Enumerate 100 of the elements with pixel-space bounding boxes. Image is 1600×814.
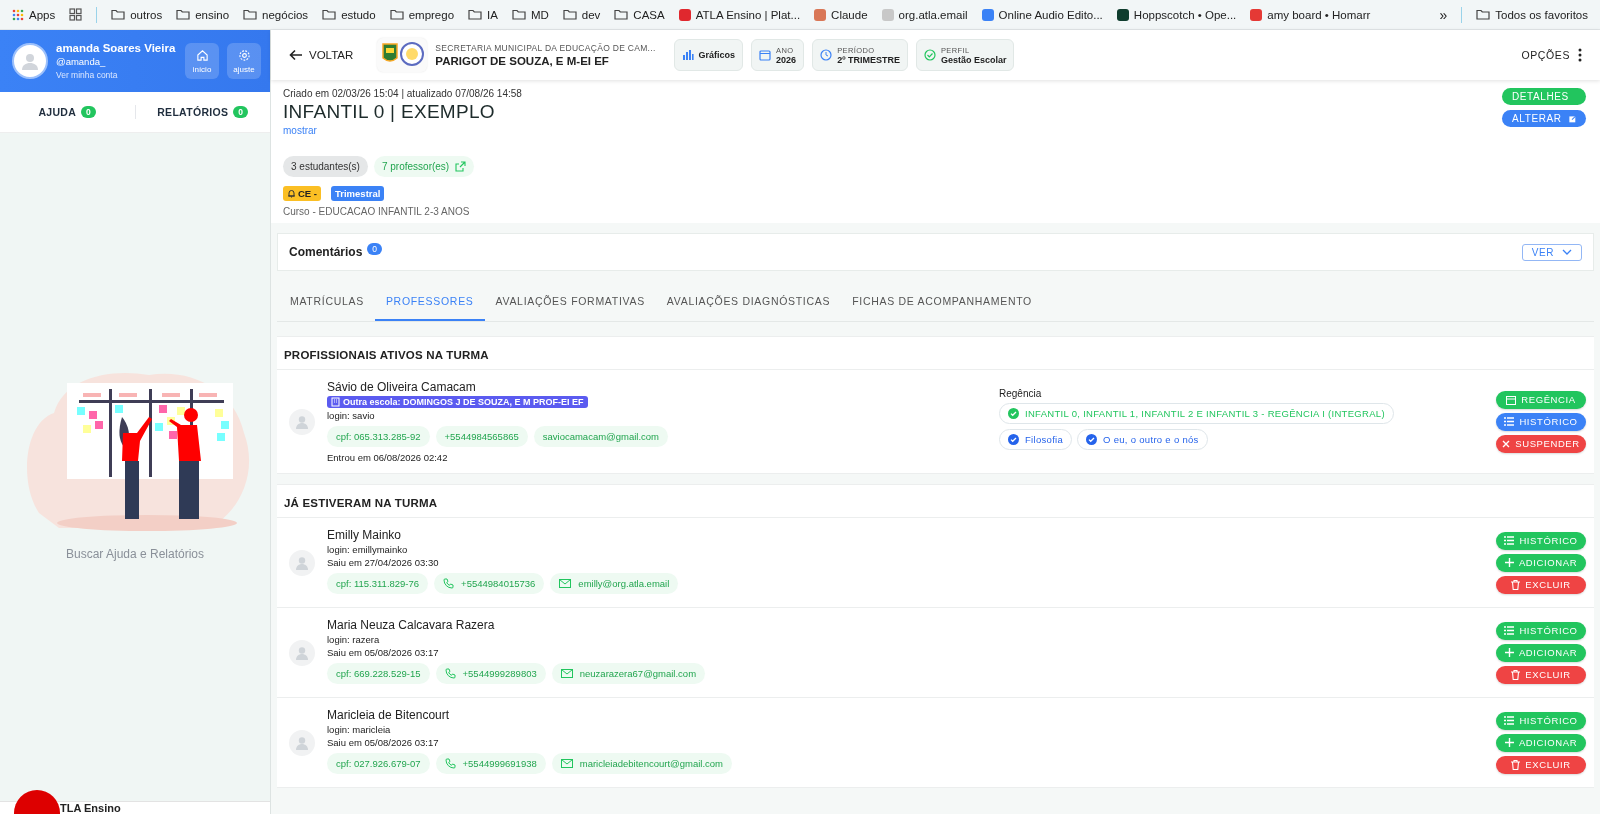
contact-chip: +5544999691938 — [435, 753, 546, 774]
count-chip: 3 estudantes(s) — [283, 156, 368, 177]
contact-chip: cpf: 115.311.829-76 — [327, 573, 429, 594]
settings-icon — [237, 48, 251, 62]
tab[interactable]: AVALIAÇÕES FORMATIVAS — [484, 283, 656, 321]
edit-icon — [1568, 113, 1576, 124]
user-handle: @amanda_ — [56, 56, 107, 67]
bookmark-link[interactable]: estudo — [316, 5, 382, 24]
options-button[interactable]: OPÇÕES — [1515, 47, 1588, 63]
contact-chip: cpf: 027.926.679-07 — [327, 753, 430, 774]
folder-icon — [389, 9, 404, 20]
home-icon — [195, 48, 209, 62]
grid-icon — [69, 8, 83, 21]
more-vertical-icon — [1578, 48, 1582, 62]
chevron-down-icon — [1562, 249, 1572, 255]
bookmark-link[interactable]: emprego — [383, 5, 461, 24]
back-button[interactable]: VOLTAR — [283, 48, 360, 62]
site-favicon-icon — [1250, 8, 1263, 21]
date-text: Saiu em 05/08/2026 03:17 — [327, 737, 439, 748]
row-action-button[interactable]: EXCLUIR — [1496, 665, 1586, 684]
folder-icon — [614, 9, 629, 20]
list-icon — [1504, 417, 1515, 426]
sidebar-tab[interactable]: RELATÓRIOS 0 — [134, 105, 270, 119]
list-icon — [1504, 716, 1515, 725]
chip-value: Gráficos — [698, 50, 736, 60]
site-favicon-icon — [881, 8, 894, 21]
bookmark-link[interactable]: outros — [105, 5, 169, 24]
contact-chip: +5544984565865 — [435, 426, 528, 447]
bookmark-link[interactable]: CASA — [608, 5, 671, 24]
row-action-button[interactable]: EXCLUIR — [1496, 575, 1586, 594]
apps-dots-icon — [12, 8, 24, 21]
folder-icon — [468, 9, 483, 20]
brand-label: TLA Ensino — [60, 802, 121, 814]
clock-icon — [820, 49, 833, 61]
user-name: amanda Soares Vieira — [56, 42, 177, 54]
building-icon — [331, 397, 340, 407]
person-name: Maria Neuza Calcavara Razera — [327, 618, 495, 632]
plus-icon — [1504, 738, 1514, 747]
school-name: PARIGOT DE SOUZA, E M-EI EF — [435, 55, 610, 67]
calendar-icon — [759, 49, 772, 61]
plus-icon — [1504, 648, 1514, 657]
bookmark-link[interactable]: Claude — [808, 5, 874, 24]
bookmark-link[interactable]: ensino — [170, 5, 236, 24]
context-chip[interactable]: Gráficos — [673, 39, 744, 71]
phone-icon — [444, 758, 456, 769]
contact-chip: emilly@org.atla.email — [550, 573, 679, 594]
folder-icon — [243, 9, 258, 20]
contact-chip: cpf: 065.313.285-92 — [327, 426, 430, 447]
bookmark-link[interactable]: IA — [462, 5, 504, 24]
bell-icon — [287, 189, 296, 198]
external-link-icon — [455, 161, 467, 172]
check-circle-icon — [923, 49, 936, 61]
bookmark-link[interactable]: Apps — [6, 5, 62, 24]
timestamps-text: Criado em 02/03/26 15:04 | atualizado 07/08/26 14:58 — [283, 88, 523, 99]
bookmark-link[interactable]: Online Audio Edito... — [975, 5, 1109, 24]
trash-icon — [1511, 579, 1521, 590]
chip-value: Gestão Escolar — [940, 54, 1007, 65]
section-title: JÁ ESTIVERAM NA TURMA — [277, 485, 1594, 518]
tab[interactable]: FICHAS DE ACOMPANHAMENTO — [841, 283, 1043, 321]
action-button[interactable]: ALTERAR — [1502, 110, 1586, 127]
tab[interactable]: MATRÍCULAS — [279, 283, 375, 321]
trash-icon — [1511, 669, 1521, 680]
close-icon — [1502, 439, 1511, 448]
sidebar-tab[interactable]: AJUDA 0 — [0, 105, 135, 119]
bookmark-link[interactable]: dev — [556, 5, 607, 24]
tab[interactable]: PROFESSORES — [374, 283, 485, 321]
bookmark-link[interactable]: ATLA Ensino | Plat... — [672, 5, 807, 24]
arrow-left-icon — [289, 49, 303, 61]
bookmark-link[interactable]: Todos os favoritos — [1470, 5, 1594, 24]
bookmark-link[interactable]: negócios — [237, 5, 315, 24]
count-badge: 0 — [367, 243, 383, 255]
login-text: login: maricleia — [327, 724, 391, 735]
phone-icon — [444, 668, 456, 679]
person-name: Sávio de Oliveira Camacam — [327, 380, 476, 394]
bookmark-link[interactable]: org.atla.email — [875, 5, 974, 24]
avatar-icon — [289, 639, 315, 666]
site-favicon-icon — [981, 8, 994, 21]
tab[interactable]: AVALIAÇÕES DIAGNÓSTICAS — [655, 283, 842, 321]
bookmark-link[interactable]: » — [1433, 3, 1454, 26]
calendar-icon — [1506, 394, 1517, 405]
login-text: login: savio — [327, 410, 375, 421]
mail-icon — [559, 579, 572, 588]
comments-title: Comentários — [289, 245, 363, 259]
emblems-drawing — [377, 38, 428, 72]
date-text: Saiu em 27/04/2026 03:30 — [327, 557, 439, 568]
show-link[interactable]: mostrar — [283, 125, 1502, 136]
date-text: Saiu em 05/08/2026 03:17 — [327, 647, 439, 658]
row-action-button[interactable]: SUSPENDER — [1496, 434, 1586, 453]
row-action-button[interactable]: EXCLUIR — [1496, 755, 1586, 774]
view-button[interactable]: VER — [1521, 243, 1582, 261]
row-action-button[interactable]: HISTÓRICO — [1496, 412, 1586, 431]
avatar-icon — [289, 549, 315, 576]
chip-value: 2º TRIMESTRE — [837, 54, 900, 65]
bookmark-link[interactable]: MD — [505, 5, 555, 24]
bar-chart-icon — [681, 49, 694, 61]
site-favicon-icon — [814, 8, 827, 21]
chip-value: 2026 — [776, 54, 797, 65]
bookmark-link[interactable]: Hoppscotch • Ope... — [1110, 5, 1243, 24]
list-icon — [1504, 626, 1515, 635]
bookmark-link[interactable]: amy board • Homarr — [1244, 5, 1377, 24]
